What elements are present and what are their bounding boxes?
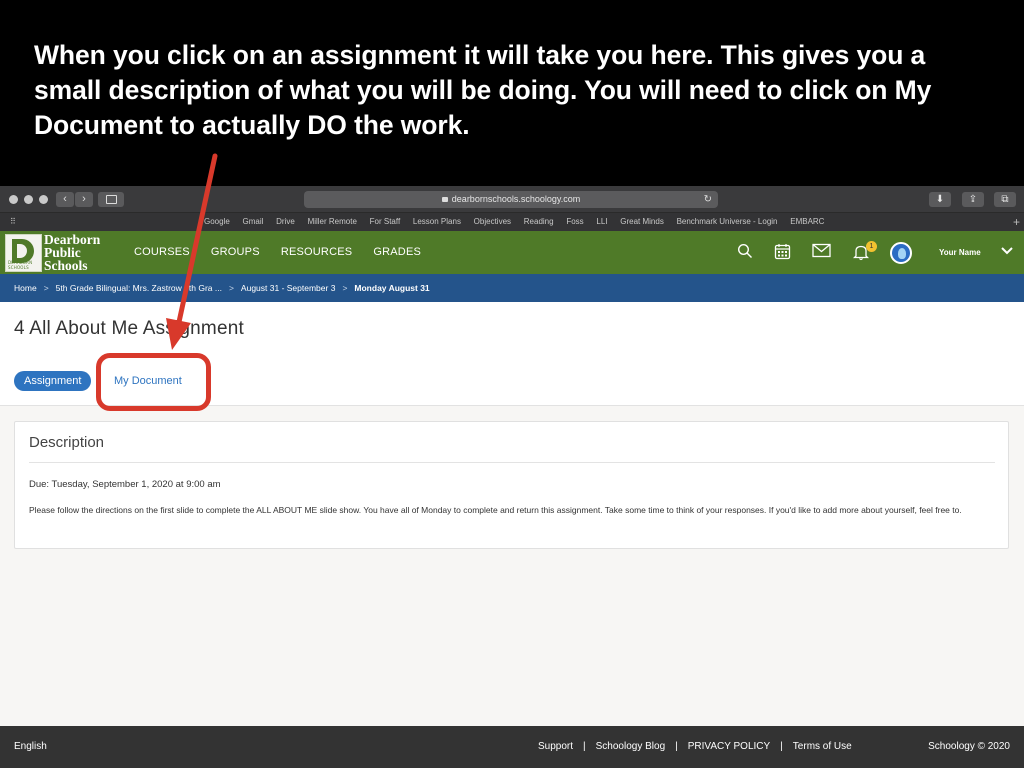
bookmarks-bar: ⠿ Google Gmail Drive Miller Remote For S… (0, 213, 1024, 231)
footer-link-support[interactable]: Support (538, 741, 573, 752)
footer-link-terms[interactable]: Terms of Use (793, 741, 852, 752)
main-nav: COURSES GROUPS RESOURCES GRADES (134, 231, 439, 274)
bookmark-item[interactable]: Foss (566, 217, 583, 226)
district-name[interactable]: Dearborn Public Schools (44, 233, 100, 273)
bookmark-item[interactable]: Great Minds (620, 217, 664, 226)
language-selector[interactable]: English (14, 726, 47, 768)
reload-icon[interactable]: ↻ (704, 191, 712, 208)
app-header: DEARBORN SCHOOLS Dearborn Public Schools… (0, 231, 1024, 274)
footer-link-blog[interactable]: Schoology Blog (596, 741, 666, 752)
notification-badge: 1 (866, 241, 877, 252)
page-title: 4 All About Me Assignment (14, 318, 244, 339)
nav-groups[interactable]: GROUPS (211, 246, 260, 258)
description-heading: Description (29, 434, 105, 451)
search-icon[interactable] (737, 243, 753, 259)
bookmark-list: Google Gmail Drive Miller Remote For Sta… (204, 213, 835, 231)
nav-resources[interactable]: RESOURCES (281, 246, 352, 258)
apps-grid-icon[interactable]: ⠿ (10, 218, 20, 226)
url-text: dearbornschools.schoology.com (451, 194, 581, 204)
bookmark-item[interactable]: Gmail (243, 217, 264, 226)
bookmark-item[interactable]: Benchmark Universe - Login (677, 217, 778, 226)
bookmark-item[interactable]: EMBARC (790, 217, 824, 226)
breadcrumb-current: Monday August 31 (354, 283, 430, 293)
sidebar-toggle-icon[interactable] (98, 192, 124, 207)
close-window-dot[interactable] (9, 195, 18, 204)
breadcrumb-separator: > (228, 283, 234, 293)
breadcrumb-week[interactable]: August 31 - September 3 (241, 283, 336, 293)
breadcrumb-course[interactable]: 5th Grade Bilingual: Mrs. Zastrow 5th Gr… (56, 283, 222, 293)
bookmark-item[interactable]: Lesson Plans (413, 217, 461, 226)
breadcrumb: Home >5th Grade Bilingual: Mrs. Zastrow 5… (0, 274, 1024, 302)
tabs-overview-icon[interactable]: ⧉ (994, 192, 1016, 207)
due-date: Due: Tuesday, September 1, 2020 at 9:00 … (29, 479, 221, 490)
bookmark-item[interactable]: Miller Remote (308, 217, 357, 226)
district-line: Schools (44, 258, 88, 273)
divider (29, 462, 995, 463)
breadcrumb-separator: > (43, 283, 49, 293)
bookmark-item[interactable]: Google (204, 217, 230, 226)
address-bar[interactable]: dearbornschools.schoology.com ↻ (304, 191, 718, 208)
footer-separator: | (675, 741, 678, 752)
user-name[interactable]: Your Name (939, 231, 981, 274)
footer-links: Support | Schoology Blog | PRIVACY POLICY | Te… (538, 726, 852, 768)
footer-link-privacy[interactable]: PRIVACY POLICY (688, 741, 770, 752)
district-logo[interactable]: DEARBORN SCHOOLS (5, 234, 42, 272)
minimize-window-dot[interactable] (24, 195, 33, 204)
description-body: Please follow the directions on the firs… (29, 505, 962, 515)
mail-icon[interactable] (812, 243, 831, 258)
zoom-window-dot[interactable] (39, 195, 48, 204)
breadcrumb-separator: > (342, 283, 348, 293)
description-card: Description Due: Tuesday, September 1, 2… (14, 421, 1009, 549)
downloads-icon[interactable]: ⬇ (929, 192, 951, 207)
annotation-highlight-box (96, 353, 211, 411)
breadcrumb-home[interactable]: Home (14, 283, 37, 293)
chevron-down-icon[interactable] (1000, 243, 1014, 259)
calendar-icon[interactable] (774, 243, 791, 260)
back-arrow-icon[interactable]: ‹ (56, 192, 74, 207)
share-icon[interactable]: ⇪ (962, 192, 984, 207)
caption-text: When you click on an assignment it will … (34, 40, 932, 140)
nav-courses[interactable]: COURSES (134, 246, 190, 258)
bookmark-item[interactable]: Reading (524, 217, 554, 226)
bookmark-item[interactable]: LLI (596, 217, 607, 226)
browser-toolbar: ‹ › dearbornschools.schoology.com ↻ ⬇ ⇪ … (0, 186, 1024, 213)
nav-grades[interactable]: GRADES (373, 246, 421, 258)
footer-separator: | (780, 741, 783, 752)
tab-assignment[interactable]: Assignment (14, 371, 92, 391)
bookmark-item[interactable]: Drive (276, 217, 295, 226)
footer-separator: | (583, 741, 586, 752)
copyright: Schoology © 2020 (928, 741, 1010, 752)
forward-arrow-icon[interactable]: › (75, 192, 93, 207)
avatar[interactable] (890, 242, 912, 264)
slide-caption: When you click on an assignment it will … (0, 0, 1024, 186)
footer: English Support | Schoology Blog | PRIVACY P… (0, 726, 1024, 768)
lock-icon (441, 197, 448, 202)
bookmark-item[interactable]: Objectives (474, 217, 511, 226)
bookmark-item[interactable]: For Staff (370, 217, 401, 226)
logo-small-text: DEARBORN SCHOOLS (8, 260, 33, 270)
new-tab-plus-icon[interactable]: + (1013, 213, 1020, 231)
